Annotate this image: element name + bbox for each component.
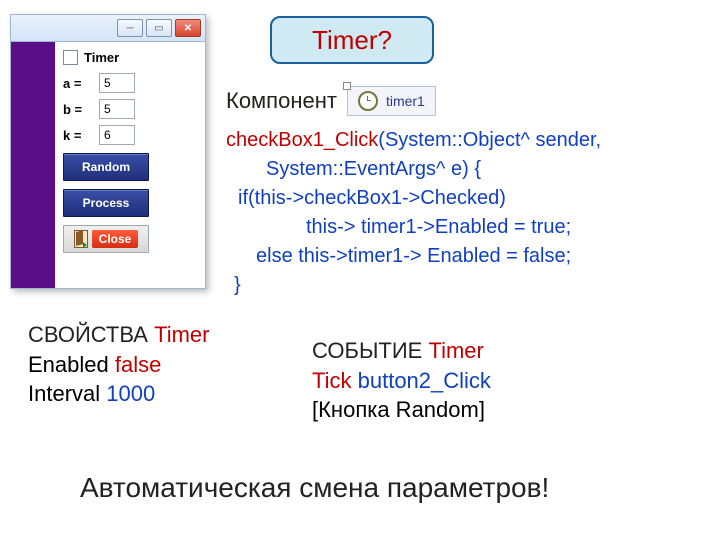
events-header: СОБЫТИЕ Timer — [312, 336, 491, 366]
field-b: b = 5 — [63, 99, 197, 119]
events-block: СОБЫТИЕ Timer Tick button2_Click [Кнопка… — [312, 336, 491, 425]
code-block: checkBox1_Click(System::Object^ sender, … — [226, 126, 601, 300]
form-area: Timer a = 5 b = 5 k = 6 Random Process C… — [55, 42, 205, 288]
timer-checkbox-label: Timer — [84, 50, 119, 65]
input-a[interactable]: 5 — [99, 73, 135, 93]
timer-checkbox[interactable] — [63, 50, 78, 65]
clock-icon — [358, 91, 378, 111]
code-line-6: } — [226, 271, 601, 300]
process-button[interactable]: Process — [63, 189, 149, 217]
purple-sidebar — [11, 42, 55, 288]
ide-component-chip[interactable]: timer1 — [347, 86, 436, 116]
label-a: a = — [63, 76, 93, 91]
random-button[interactable]: Random — [63, 153, 149, 181]
code-line-1: checkBox1_Click(System::Object^ sender, — [226, 126, 601, 155]
window-close-button[interactable]: ✕ — [175, 19, 201, 37]
door-exit-icon — [74, 230, 88, 248]
code-line-5: else this->timer1-> Enabled = false; — [226, 242, 601, 271]
field-a: a = 5 — [63, 73, 197, 93]
properties-block: СВОЙСТВА Timer Enabled false Interval 10… — [28, 320, 210, 409]
code-line-3: if(this->checkBox1->Checked) — [226, 184, 601, 213]
app-window: ─ ▭ ✕ Timer a = 5 b = 5 k = 6 Random Pro… — [10, 14, 206, 289]
close-button[interactable]: Close — [63, 225, 149, 253]
checkbox-row: Timer — [63, 50, 197, 65]
timer-callout-text: Timer? — [312, 25, 392, 56]
label-k: k = — [63, 128, 93, 143]
component-row: Компонент timer1 — [226, 86, 436, 116]
field-k: k = 6 — [63, 125, 197, 145]
prop-enabled: Enabled false — [28, 350, 210, 380]
input-k[interactable]: 6 — [99, 125, 135, 145]
window-body: Timer a = 5 b = 5 k = 6 Random Process C… — [11, 42, 205, 288]
ide-chip-text: timer1 — [386, 93, 425, 109]
code-line-2: System::EventArgs^ e) { — [226, 155, 601, 184]
properties-header: СВОЙСТВА Timer — [28, 320, 210, 350]
prop-interval: Interval 1000 — [28, 379, 210, 409]
maximize-button[interactable]: ▭ — [146, 19, 172, 37]
bottom-caption: Автоматическая смена параметров! — [80, 472, 549, 504]
event-note: [Кнопка Random] — [312, 395, 491, 425]
code-line-4: this-> timer1->Enabled = true; — [226, 213, 601, 242]
event-tick: Tick button2_Click — [312, 366, 491, 396]
minimize-button[interactable]: ─ — [117, 19, 143, 37]
titlebar: ─ ▭ ✕ — [11, 15, 205, 42]
close-button-label: Close — [92, 230, 139, 248]
timer-callout: Timer? — [270, 16, 434, 64]
component-label: Компонент — [226, 88, 337, 114]
label-b: b = — [63, 102, 93, 117]
input-b[interactable]: 5 — [99, 99, 135, 119]
